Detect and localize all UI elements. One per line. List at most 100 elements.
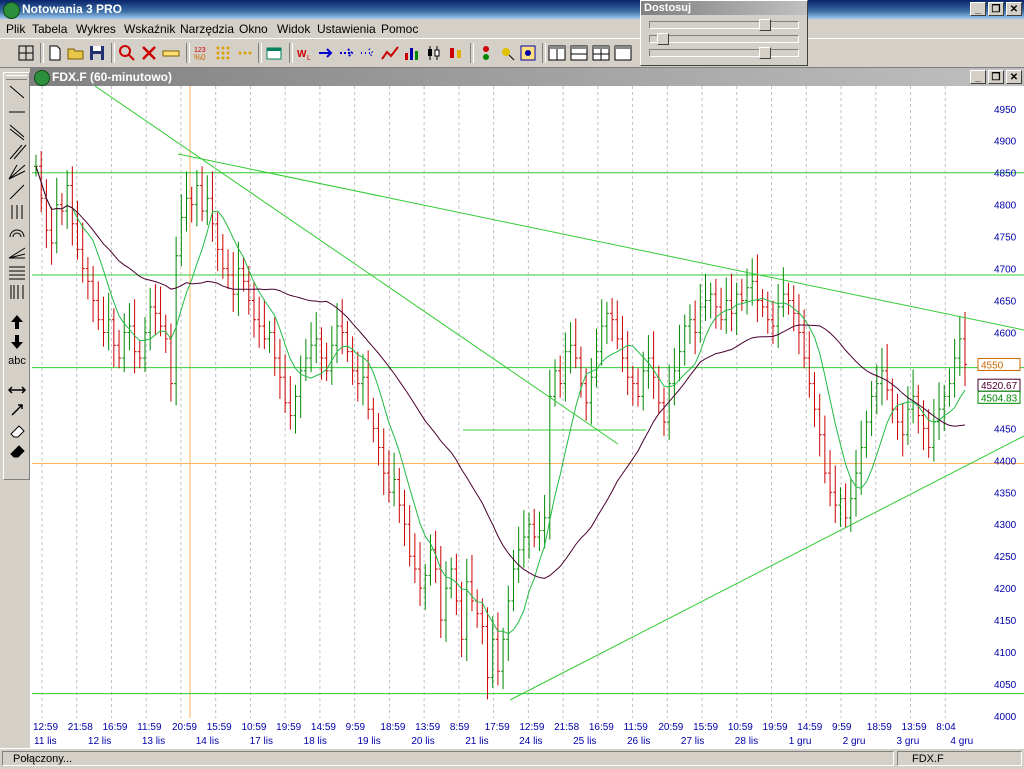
close-button[interactable]: ✕ bbox=[1006, 2, 1022, 16]
menu-wskaznik[interactable]: Wskaźnik bbox=[124, 22, 175, 36]
crosshair-icon[interactable] bbox=[17, 44, 35, 62]
trend-line bbox=[177, 153, 1024, 331]
slider-thumb[interactable] bbox=[759, 19, 771, 31]
horizontal-line-icon[interactable] bbox=[6, 103, 28, 121]
x-time-label: 14:59 bbox=[797, 722, 822, 733]
wl-icon[interactable]: WL bbox=[296, 44, 314, 62]
fan-icon[interactable] bbox=[6, 163, 28, 181]
layout-3-icon[interactable] bbox=[592, 44, 610, 62]
x-time-label: 21:58 bbox=[554, 722, 579, 733]
grid-icon[interactable] bbox=[214, 44, 232, 62]
gann-fan-icon[interactable] bbox=[6, 243, 28, 261]
menu-wykres[interactable]: Wykres bbox=[76, 22, 116, 36]
x-time-label: 9:59 bbox=[832, 722, 852, 733]
menu-ustawienia[interactable]: Ustawienia bbox=[317, 22, 376, 36]
grid-dots-icon[interactable] bbox=[236, 44, 254, 62]
price-marker-label: 4550 bbox=[981, 360, 1004, 371]
y-axis-label: 4450 bbox=[994, 424, 1017, 435]
price-chart[interactable]: 12:59 21:58 16:59 11:59 20:59 15:59 10:59 19:59… bbox=[30, 85, 1024, 748]
x-time-label: 13:59 bbox=[415, 722, 440, 733]
arrow-up-icon[interactable] bbox=[6, 313, 28, 331]
x-date-label: 18 lis bbox=[304, 736, 327, 747]
menu-pomoc[interactable]: Pomoc bbox=[381, 22, 418, 36]
layout-4-icon[interactable] bbox=[614, 44, 632, 62]
menu-bar: Plik Tabela Wykres Wskaźnik Narzędzia Ok… bbox=[0, 19, 1024, 38]
svg-text:W: W bbox=[297, 49, 307, 60]
delete-icon[interactable] bbox=[140, 44, 158, 62]
arrow-down-icon[interactable] bbox=[6, 333, 28, 351]
time-zones-icon[interactable] bbox=[6, 283, 28, 301]
menu-tabela[interactable]: Tabela bbox=[32, 22, 67, 36]
fib-icon[interactable]: 123 %0 bbox=[193, 44, 211, 62]
eraser-icon[interactable] bbox=[6, 421, 28, 439]
text-tool[interactable]: abc bbox=[6, 355, 28, 373]
y-axis-label: 4250 bbox=[994, 552, 1017, 563]
trend-line-icon[interactable] bbox=[6, 183, 28, 201]
y-axis-label: 4300 bbox=[994, 520, 1017, 531]
slider-thumb[interactable] bbox=[759, 47, 771, 59]
chart-plot-area[interactable]: 12:59 21:58 16:59 11:59 20:59 15:59 10:59 19:59… bbox=[30, 85, 1024, 748]
diagonal-line-icon[interactable] bbox=[6, 83, 28, 101]
bar-chart-icon[interactable] bbox=[403, 44, 421, 62]
y-axis-label: 4600 bbox=[994, 328, 1017, 339]
x-time-label: 21:58 bbox=[68, 722, 93, 733]
candles-icon[interactable] bbox=[425, 44, 443, 62]
x-time-label: 15:59 bbox=[207, 722, 232, 733]
parallel-icon[interactable] bbox=[6, 143, 28, 161]
status-bar: Połączony... FDX.F bbox=[0, 748, 1024, 769]
x-date-label: 2 gru bbox=[843, 736, 866, 747]
layout-2-icon[interactable] bbox=[570, 44, 588, 62]
diagonal-arrow-icon[interactable] bbox=[6, 401, 28, 419]
new-file-icon[interactable] bbox=[46, 44, 64, 62]
restore-button[interactable]: ❐ bbox=[988, 2, 1004, 16]
chart-close-button[interactable]: ✕ bbox=[1006, 70, 1022, 84]
adjust-slider-3[interactable] bbox=[649, 47, 799, 59]
image-icon[interactable] bbox=[519, 44, 537, 62]
menu-narzedzia[interactable]: Narzędzia bbox=[180, 22, 234, 36]
candles-color-icon[interactable] bbox=[447, 44, 465, 62]
adjust-slider-1[interactable] bbox=[649, 19, 799, 31]
fib-levels-icon[interactable] bbox=[6, 263, 28, 281]
chart-window-titlebar[interactable]: FDX.F (60-minutowo) _ ❐ ✕ bbox=[30, 68, 1024, 86]
line-chart-icon[interactable] bbox=[381, 44, 399, 62]
menu-okno[interactable]: Okno bbox=[239, 22, 268, 36]
minimize-button[interactable]: _ bbox=[970, 2, 986, 16]
save-icon[interactable] bbox=[88, 44, 106, 62]
window-icon[interactable] bbox=[265, 44, 283, 62]
chart-restore-button[interactable]: ❐ bbox=[988, 70, 1004, 84]
x-date-label: 11 lis bbox=[34, 736, 57, 747]
x-date-label: 28 lis bbox=[735, 736, 758, 747]
x-time-label: 11:59 bbox=[137, 722, 162, 733]
channel-icon[interactable] bbox=[6, 123, 28, 141]
y-axis-label: 4350 bbox=[994, 488, 1017, 499]
x-time-label: 10:59 bbox=[728, 722, 753, 733]
slider-thumb[interactable] bbox=[657, 33, 669, 45]
arrows-icon[interactable] bbox=[317, 44, 335, 62]
vertical-lines-icon[interactable] bbox=[6, 203, 28, 221]
open-folder-icon[interactable] bbox=[67, 44, 85, 62]
traffic-light-icon[interactable] bbox=[477, 44, 495, 62]
eraser-all-icon[interactable] bbox=[6, 441, 28, 459]
arcs-icon[interactable] bbox=[6, 223, 28, 241]
x-time-label: 19:59 bbox=[276, 722, 301, 733]
adjust-slider-2[interactable] bbox=[649, 33, 799, 45]
symbol-status: FDX.F bbox=[897, 751, 1022, 766]
menu-plik[interactable]: Plik bbox=[6, 22, 25, 36]
x-date-label: 13 lis bbox=[142, 736, 165, 747]
layout-1-icon[interactable] bbox=[548, 44, 566, 62]
svg-text:L: L bbox=[307, 55, 311, 62]
ruler-icon[interactable] bbox=[162, 44, 180, 62]
x-time-label: 20:59 bbox=[658, 722, 683, 733]
arrows-dotted-icon[interactable] bbox=[338, 44, 356, 62]
menu-widok[interactable]: Widok bbox=[277, 22, 310, 36]
chart-minimize-button[interactable]: _ bbox=[970, 70, 986, 84]
pin-icon[interactable] bbox=[498, 44, 516, 62]
adjust-panel-title[interactable]: Dostosuj bbox=[641, 1, 807, 15]
x-date-label: 1 gru bbox=[789, 736, 812, 747]
arrows-alt-icon[interactable] bbox=[359, 44, 377, 62]
zoom-icon[interactable] bbox=[118, 44, 136, 62]
app-title-bar[interactable]: Notowania 3 PRO _ ❐ ✕ bbox=[0, 0, 1024, 19]
x-time-label: 14:59 bbox=[311, 722, 336, 733]
y-axis-label: 4100 bbox=[994, 648, 1017, 659]
horizontal-arrows-icon[interactable] bbox=[6, 381, 28, 399]
